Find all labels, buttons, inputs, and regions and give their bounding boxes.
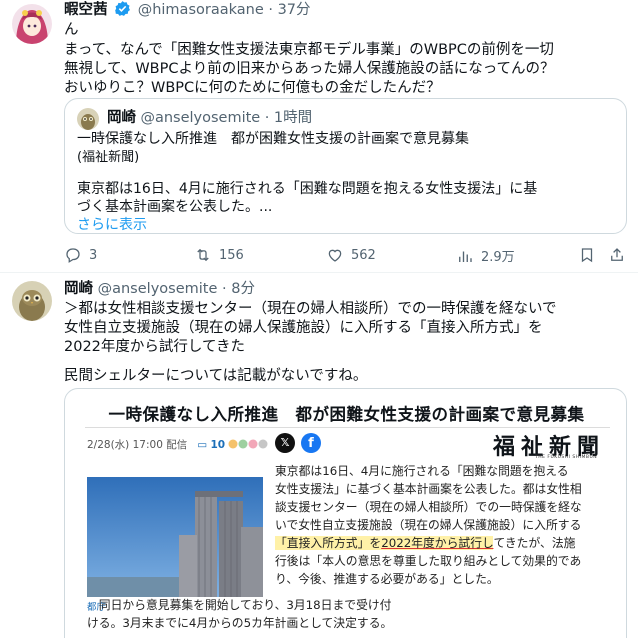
views-button[interactable]: 2.9万: [456, 246, 515, 265]
article-image[interactable]: 一時保護なし入所推進 都が困難女性支援の計画案で意見募集 2/28(水) 17:…: [64, 388, 627, 638]
x-logo-icon: 𝕏: [275, 433, 295, 453]
highlight-underline: 2022年度から試行し: [381, 536, 494, 550]
author-name[interactable]: 暇空茜: [64, 2, 108, 18]
share-button[interactable]: [608, 246, 626, 264]
anime-avatar-icon: [12, 4, 52, 44]
article-body-line: 女性支援法」に基づく基本計画案を公表した。都は女性相: [275, 482, 582, 496]
article-body-highlight-line: 「直接入所方式」を2022年度から試行してきたが、法施: [275, 535, 575, 551]
author-handle[interactable]: @anselyosemite: [98, 281, 218, 297]
quoted-text-line: 東京都は16日、4月に施行される「困難な問題を抱える女性支援法」に基: [77, 181, 538, 197]
quoted-text-line: 一時保護なし入所推進 都が困難女性支援の計画案で意見募集: [77, 131, 469, 147]
tweet-text-line: 無視して、WBPCより前の旧来からあった婦人保護施設の話になってんの？: [64, 61, 555, 77]
quoted-text-line: (福祉新聞): [77, 150, 140, 165]
like-button[interactable]: 562: [326, 246, 376, 264]
tokyo-city-hall-photo: [87, 477, 263, 597]
article-photo: [87, 477, 263, 597]
quoted-author-name: 岡崎: [107, 110, 136, 126]
bookmark-button[interactable]: [578, 246, 596, 264]
article-meta: 2/28(水) 17:00 配信 ▭ 10: [87, 437, 268, 452]
tweet-2[interactable]: 岡崎 @anselyosemite · 8分 ＞都は女性相談支援センター（現在の…: [0, 273, 638, 638]
avatar[interactable]: [12, 4, 52, 44]
quoted-author-handle: @anselyosemite: [140, 110, 261, 126]
post-time[interactable]: · 8分: [222, 281, 255, 297]
reply-icon: [66, 248, 80, 263]
post-time[interactable]: · 37分: [268, 2, 310, 18]
tweet-text-line: ＞都は女性相談支援センター（現在の婦人相談所）での一時保護を経ないで: [64, 301, 557, 317]
article-body-line: り、今後、推進する必要がある」とした。: [275, 572, 499, 586]
views-count: 2.9万: [481, 250, 515, 265]
article-body-line: いで女性自立支援施設（現在の婦人保護施設）に入所する: [275, 518, 582, 532]
author-name[interactable]: 岡崎: [64, 281, 93, 297]
article-date: 2/28(水) 17:00 配信: [87, 439, 188, 451]
article-body-line: 東京都は16日、4月に施行される「困難な問題を抱える: [275, 464, 569, 478]
quoted-tweet[interactable]: 岡崎 @anselyosemite · 1時間 一時保護なし入所推進 都が困難女…: [64, 98, 627, 234]
reply-count: 3: [89, 247, 98, 263]
article-divider: [85, 427, 610, 428]
quoted-avatar: [77, 108, 99, 130]
quoted-header: 岡崎 @anselyosemite · 1時間: [107, 108, 312, 128]
tweet-2-header: 岡崎 @anselyosemite · 8分: [64, 279, 255, 299]
comment-icon: ▭: [197, 439, 208, 451]
newspaper-logo-sub: THE FUKUSHI SHIMBUN: [535, 455, 598, 460]
article-body-line: 行後は「本人の意思を尊重した取り組みとして効果的であ: [275, 554, 582, 568]
tweet-text-line: 民間シェルターについては記載がないですね。: [64, 368, 368, 384]
repost-count: 156: [219, 247, 244, 263]
owl-avatar-icon: [12, 281, 52, 321]
views-icon: [459, 251, 472, 262]
tweet-text-line: おいゆりこ？WBPCに何のために何億もの金だしたんだ？: [64, 80, 441, 96]
bookmark-icon: [581, 248, 593, 263]
owl-avatar-icon: [77, 108, 99, 130]
tweet-1[interactable]: 暇空茜 @himasoraakane · 37分 ん まって、なんで「困難女性支…: [0, 0, 638, 272]
article-body-text: てきたが、法施: [493, 536, 576, 550]
reaction-icons: [228, 439, 268, 449]
repost-button[interactable]: 156: [194, 246, 244, 264]
article-title: 一時保護なし入所推進 都が困難女性支援の計画案で意見募集: [108, 405, 585, 424]
facebook-icon: f: [301, 433, 321, 453]
article-body-line: 談支援センター（現在の婦人相談所）での一時保護を経な: [275, 500, 582, 514]
action-bar: 3 156 562 2.9万: [64, 246, 624, 266]
highlight: 「直接入所方式」を: [275, 536, 382, 550]
like-icon: [328, 249, 342, 262]
repost-icon: [197, 248, 209, 262]
like-count: 562: [351, 247, 376, 263]
comment-count: 10: [210, 439, 226, 451]
tweet-text-line: 2022年度から試行してきた: [64, 339, 246, 355]
tweet-text-line: まって、なんで「困難女性支援法東京都モデル事業」のWBPCの前例を一切: [64, 42, 554, 58]
reply-button[interactable]: 3: [64, 246, 97, 264]
show-more-link[interactable]: さらに表示: [77, 215, 147, 235]
quoted-text-line: づく基本計画案を公表した。...: [77, 199, 273, 215]
article-body-line: 同日から意見募集を開始しており、3月18日まで受け付: [87, 598, 392, 612]
article-body-line: ける。3月末までに4月からの5カ年計画として決定する。: [87, 616, 393, 630]
tweet-text-line: 女性自立支援施設（現在の婦人保護施設）に入所する「直接入所方式」を: [64, 320, 543, 336]
author-handle[interactable]: @himasoraakane: [138, 2, 264, 18]
tweet-1-header: 暇空茜 @himasoraakane · 37分: [64, 0, 311, 20]
share-icon: [611, 248, 623, 261]
avatar[interactable]: [12, 281, 52, 321]
quoted-post-time: · 1時間: [264, 110, 313, 126]
verified-badge-icon: [115, 1, 131, 16]
tweet-text-line: ん: [64, 22, 79, 38]
